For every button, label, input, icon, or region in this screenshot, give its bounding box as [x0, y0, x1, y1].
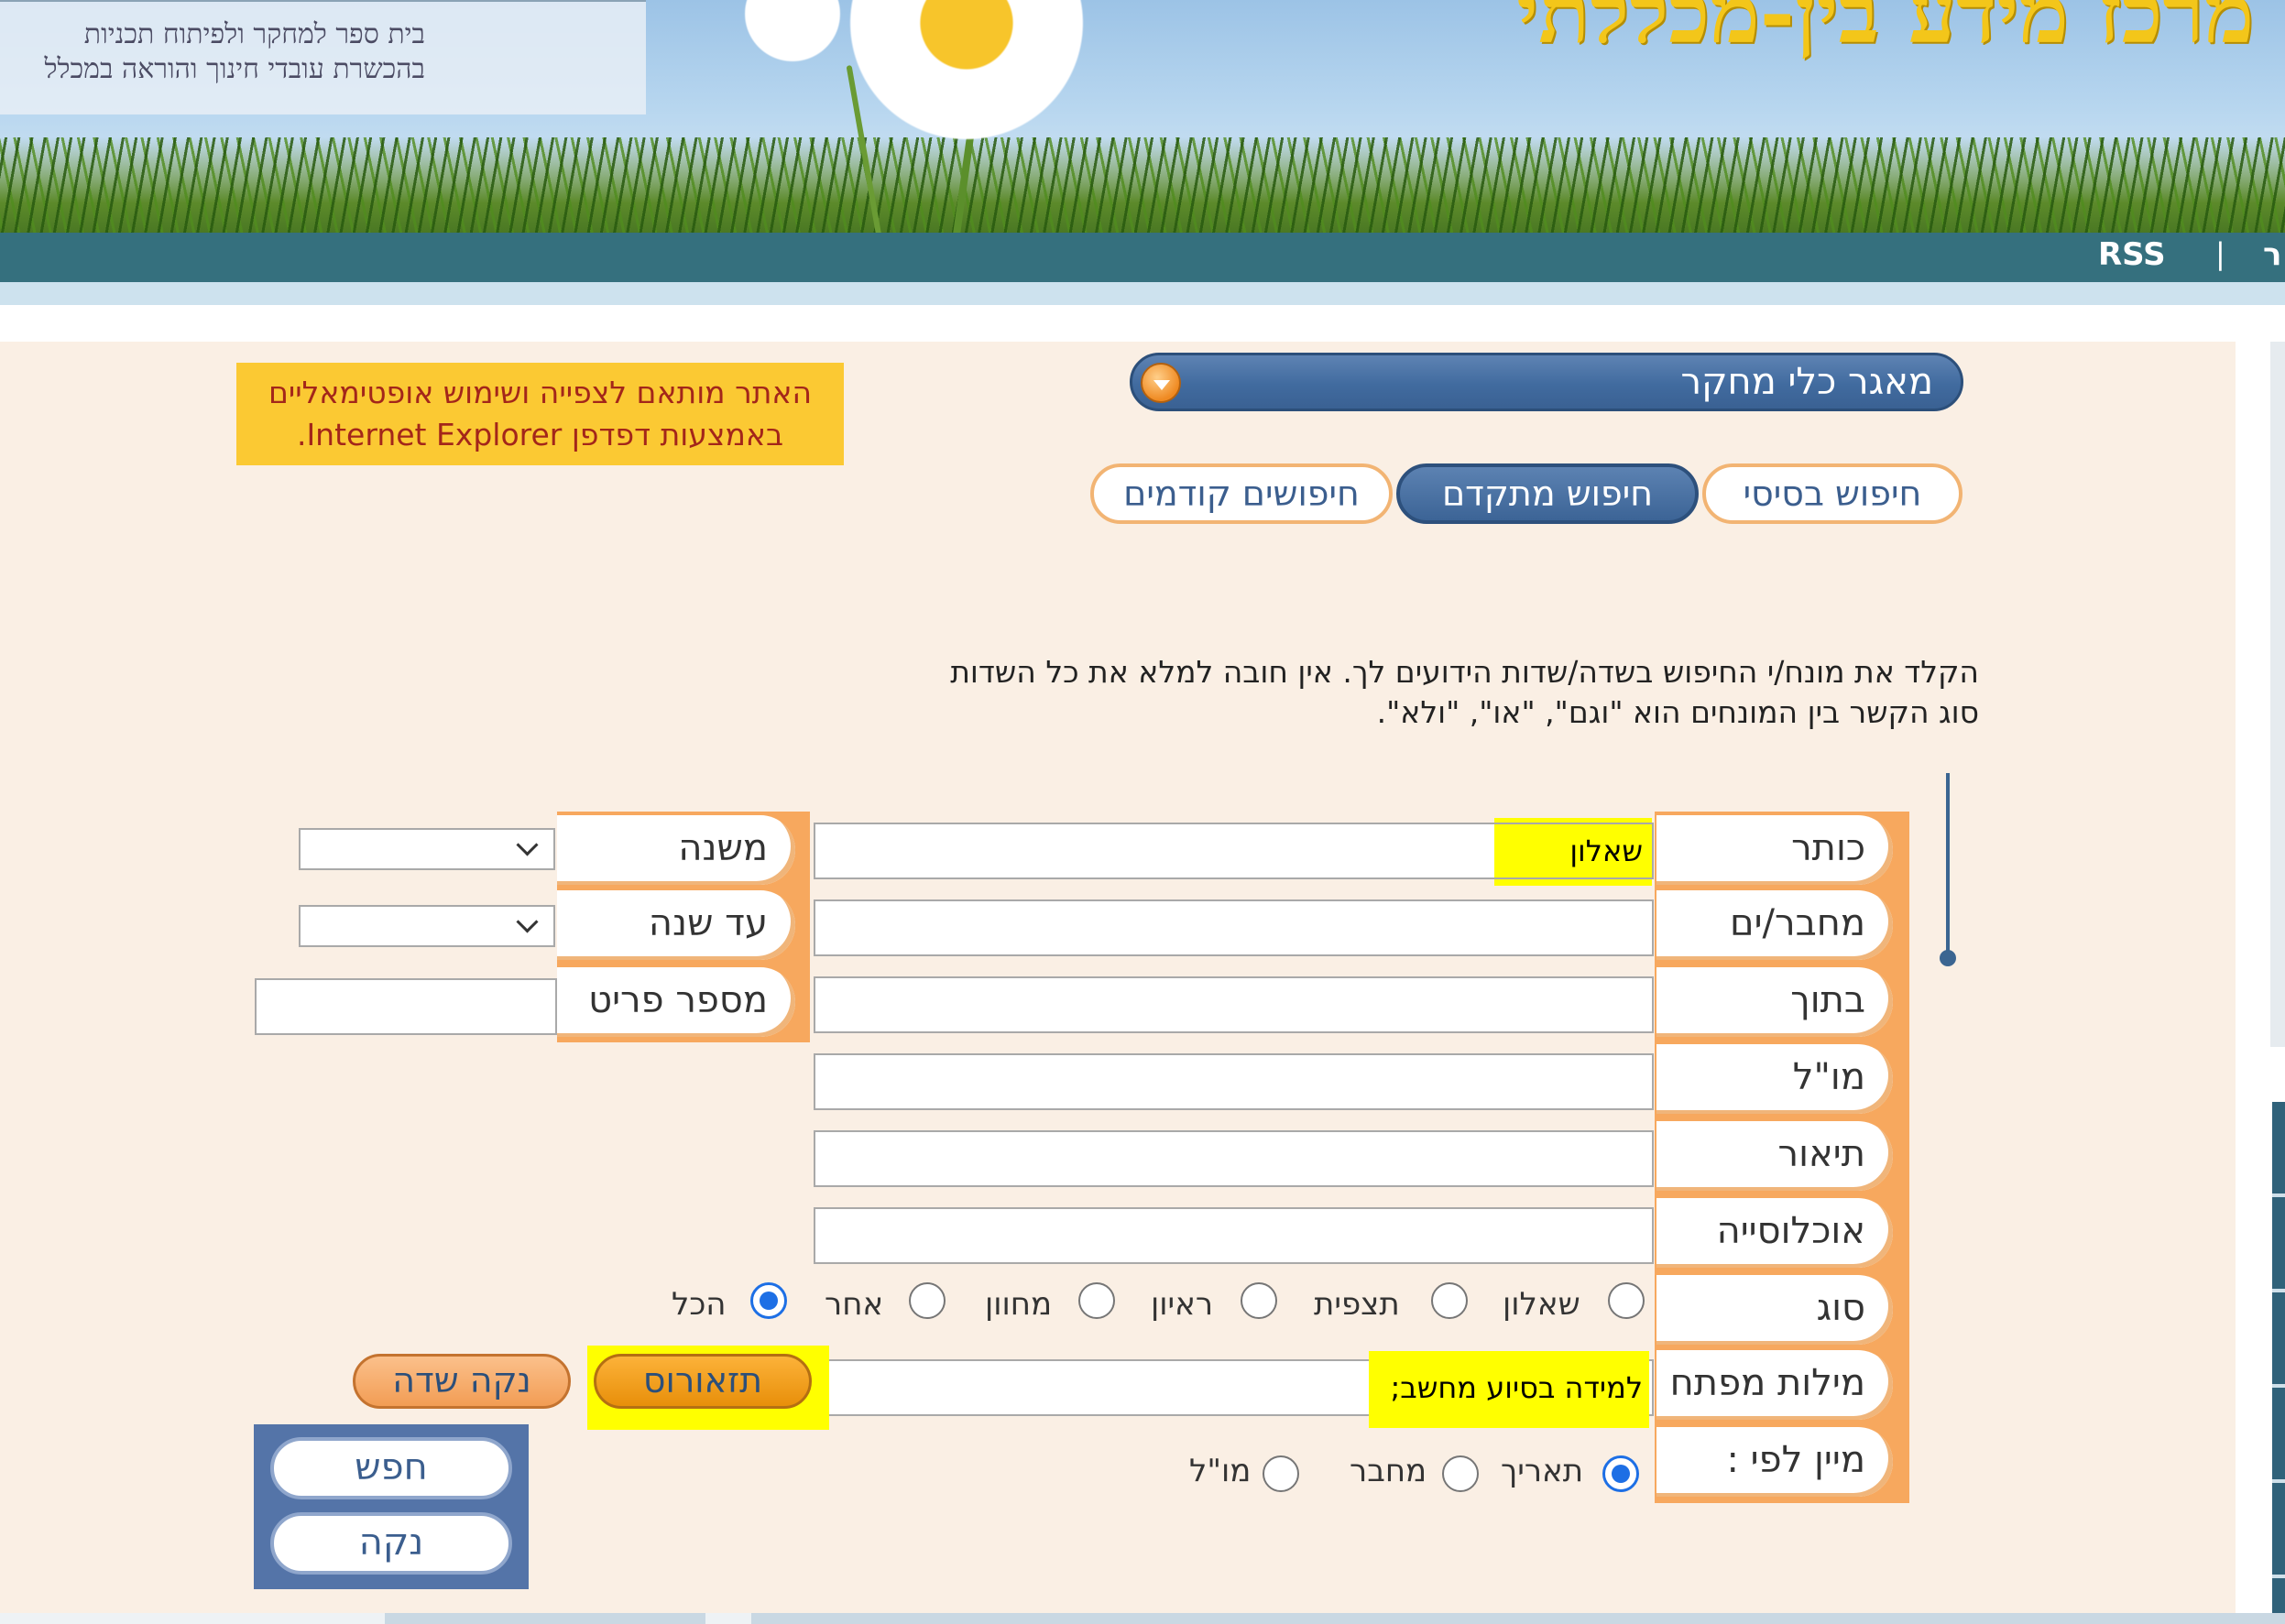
right-sidebar-tabs[interactable]: [2272, 1102, 2285, 1624]
action-buttons-box: חפש נקה: [254, 1424, 529, 1589]
sort-radio-date[interactable]: [1602, 1455, 1639, 1492]
tab-basic-search[interactable]: חיפוש בסיסי: [1702, 463, 1962, 524]
database-select[interactable]: מאגר כלי מחקר: [1130, 353, 1963, 411]
type-radio-interview[interactable]: [1241, 1282, 1277, 1319]
description-field[interactable]: [814, 1130, 1654, 1187]
bracket-connector-dot: [1940, 950, 1956, 966]
browser-notice-line-1: האתר מותאם לצפייה ושימוש אופטימאליים: [268, 375, 813, 410]
sort-option-label: מחבר: [1350, 1453, 1427, 1489]
type-radio-rubric[interactable]: [1078, 1282, 1115, 1319]
chevron-down-icon[interactable]: [1141, 363, 1181, 403]
year-from-select[interactable]: [299, 828, 555, 870]
sort-radio-author[interactable]: [1442, 1455, 1479, 1492]
instructions-line-1: הקלד את מונח/י החיפוש בשדה/שדות הידועים …: [950, 654, 1979, 690]
browser-notice: האתר מותאם לצפייה ושימוש אופטימאליים באמ…: [236, 363, 844, 465]
browser-notice-line-2: באמצעות דפדפן Internet Explorer.: [296, 417, 784, 452]
catalog-number-label: מספר פריט: [557, 967, 795, 1037]
site-title: מרכז מידע בין-מכללתי: [1516, 0, 2255, 62]
tab-previous-searches[interactable]: חיפושים קודמים: [1090, 463, 1393, 524]
authors-field[interactable]: [814, 899, 1654, 956]
nav-link-cut[interactable]: ר: [2263, 236, 2281, 273]
nav-bar: [0, 233, 2285, 282]
sort-radio-publisher[interactable]: [1263, 1455, 1299, 1492]
year-from-label: משנה: [557, 815, 795, 885]
keywords-label: מילות מפתח: [1656, 1350, 1893, 1420]
nav-rss-link[interactable]: RSS: [2098, 236, 2166, 273]
site-header: בית ספר למחקר ולפיתוח תכניות בהכשרת עובד…: [0, 0, 2285, 305]
population-field[interactable]: [814, 1207, 1654, 1264]
type-option-label: אחר: [825, 1286, 884, 1323]
chevron-down-icon: [517, 914, 537, 934]
publisher-field[interactable]: [814, 1053, 1654, 1110]
daisy-flower: [843, 0, 1090, 147]
type-radio-all[interactable]: [750, 1282, 787, 1319]
type-option-label: ראיון: [1151, 1286, 1214, 1323]
population-label: אוכלוסייה: [1656, 1198, 1893, 1268]
sort-label: מיין לפי :: [1656, 1427, 1893, 1497]
thesaurus-button[interactable]: תזאורוס: [594, 1354, 812, 1409]
publisher-label: מו"ל: [1656, 1044, 1893, 1114]
type-label: סוג: [1656, 1275, 1893, 1345]
right-sidebar-edge: [2270, 342, 2285, 1047]
sort-option-label: תאריך: [1501, 1453, 1584, 1489]
in-field[interactable]: [814, 976, 1654, 1033]
type-option-label: שאלון: [1503, 1286, 1580, 1323]
bottom-scroll-bar[interactable]: [0, 1613, 2285, 1624]
type-option-label: תצפית: [1314, 1286, 1400, 1323]
description-label: תיאור: [1656, 1121, 1893, 1191]
nav-separator: |: [2215, 236, 2225, 271]
bottom-bar-segment: [0, 1613, 385, 1624]
year-to-label: עד שנה: [557, 890, 795, 960]
chevron-down-icon: [517, 837, 537, 857]
instructions-line-2: סוג הקשר בין המונחים הוא "וגם", "או", "ו…: [1376, 694, 1979, 730]
search-button[interactable]: חפש: [270, 1437, 512, 1499]
reset-button[interactable]: נקה: [270, 1512, 512, 1575]
catalog-number-field[interactable]: [255, 978, 557, 1035]
title-field-value[interactable]: שאלון: [814, 823, 1654, 879]
year-to-select[interactable]: [299, 905, 555, 947]
type-radio-observation[interactable]: [1431, 1282, 1468, 1319]
authors-label: מחבר/ים: [1656, 890, 1893, 960]
keywords-field-value[interactable]: למידה בסיוע מחשב;: [814, 1359, 1654, 1416]
in-label: בתוך: [1656, 967, 1893, 1037]
bracket-connector: [1926, 773, 1950, 960]
nav-bar-underline: [0, 282, 2285, 305]
daisy-small: [733, 0, 852, 64]
bottom-bar-segment: [705, 1613, 751, 1624]
type-radio-other[interactable]: [909, 1282, 946, 1319]
title-label: כותר: [1656, 815, 1893, 885]
type-radio-questionnaire[interactable]: [1608, 1282, 1645, 1319]
tab-advanced-search[interactable]: חיפוש מתקדם: [1396, 463, 1699, 524]
logo-line-1: בית ספר למחקר ולפיתוח תכניות: [83, 18, 425, 50]
database-select-value: מאגר כלי מחקר: [1680, 361, 1934, 403]
sort-option-label: מו"ל: [1189, 1453, 1252, 1489]
type-option-label: הכל: [672, 1286, 727, 1323]
type-option-label: מחוון: [985, 1286, 1053, 1323]
logo-line-2: בהכשרת עובדי חינוך והוראה במכלל: [44, 53, 425, 85]
clear-field-button[interactable]: נקה שדה: [353, 1354, 571, 1409]
